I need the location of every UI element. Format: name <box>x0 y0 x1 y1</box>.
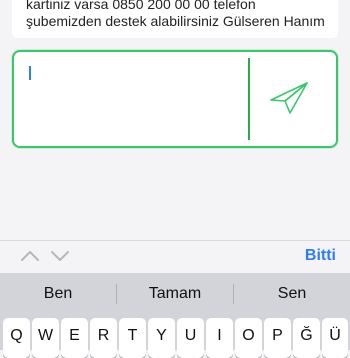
key-o[interactable]: O <box>235 318 262 358</box>
key-g-breve[interactable]: Ğ <box>293 318 320 358</box>
done-button[interactable]: Bitti <box>305 247 336 265</box>
key-t[interactable]: T <box>119 318 146 358</box>
send-paper-plane-icon <box>270 82 308 114</box>
key-e[interactable]: E <box>61 318 88 358</box>
key-q[interactable]: Q <box>3 318 30 358</box>
chevron-down-icon <box>51 251 69 261</box>
key-u[interactable]: U <box>177 318 204 358</box>
suggestion-1[interactable]: Ben <box>0 273 116 315</box>
keyboard: Ben Tamam Sen Q W E R T Y U I O P Ğ Ü <box>0 273 350 358</box>
text-caret <box>29 66 31 80</box>
suggestion-3[interactable]: Sen <box>234 273 350 315</box>
suggestion-2[interactable]: Tamam <box>117 273 233 315</box>
key-i[interactable]: I <box>206 318 233 358</box>
key-u-umlaut[interactable]: Ü <box>322 318 348 358</box>
message-input-box[interactable] <box>12 50 338 148</box>
key-p[interactable]: P <box>264 318 291 358</box>
predictive-suggestions-bar: Ben Tamam Sen <box>0 273 350 315</box>
keyboard-toolbar: Bitti <box>0 240 350 273</box>
send-button[interactable] <box>264 74 314 122</box>
input-divider <box>248 58 250 140</box>
key-w[interactable]: W <box>32 318 59 358</box>
previous-field-button[interactable] <box>20 248 40 264</box>
chevron-up-icon <box>21 251 39 261</box>
next-field-button[interactable] <box>50 248 70 264</box>
chat-message-line-1: kartiniz varsa 0850 200 00 00 telefon <box>26 0 256 12</box>
key-y[interactable]: Y <box>148 318 175 358</box>
key-r[interactable]: R <box>90 318 117 358</box>
chat-message-bubble: kartiniz varsa 0850 200 00 00 telefon şu… <box>12 0 338 38</box>
chat-message-line-2: şubemizden destek alabilirsiniz Gülseren… <box>26 13 324 29</box>
